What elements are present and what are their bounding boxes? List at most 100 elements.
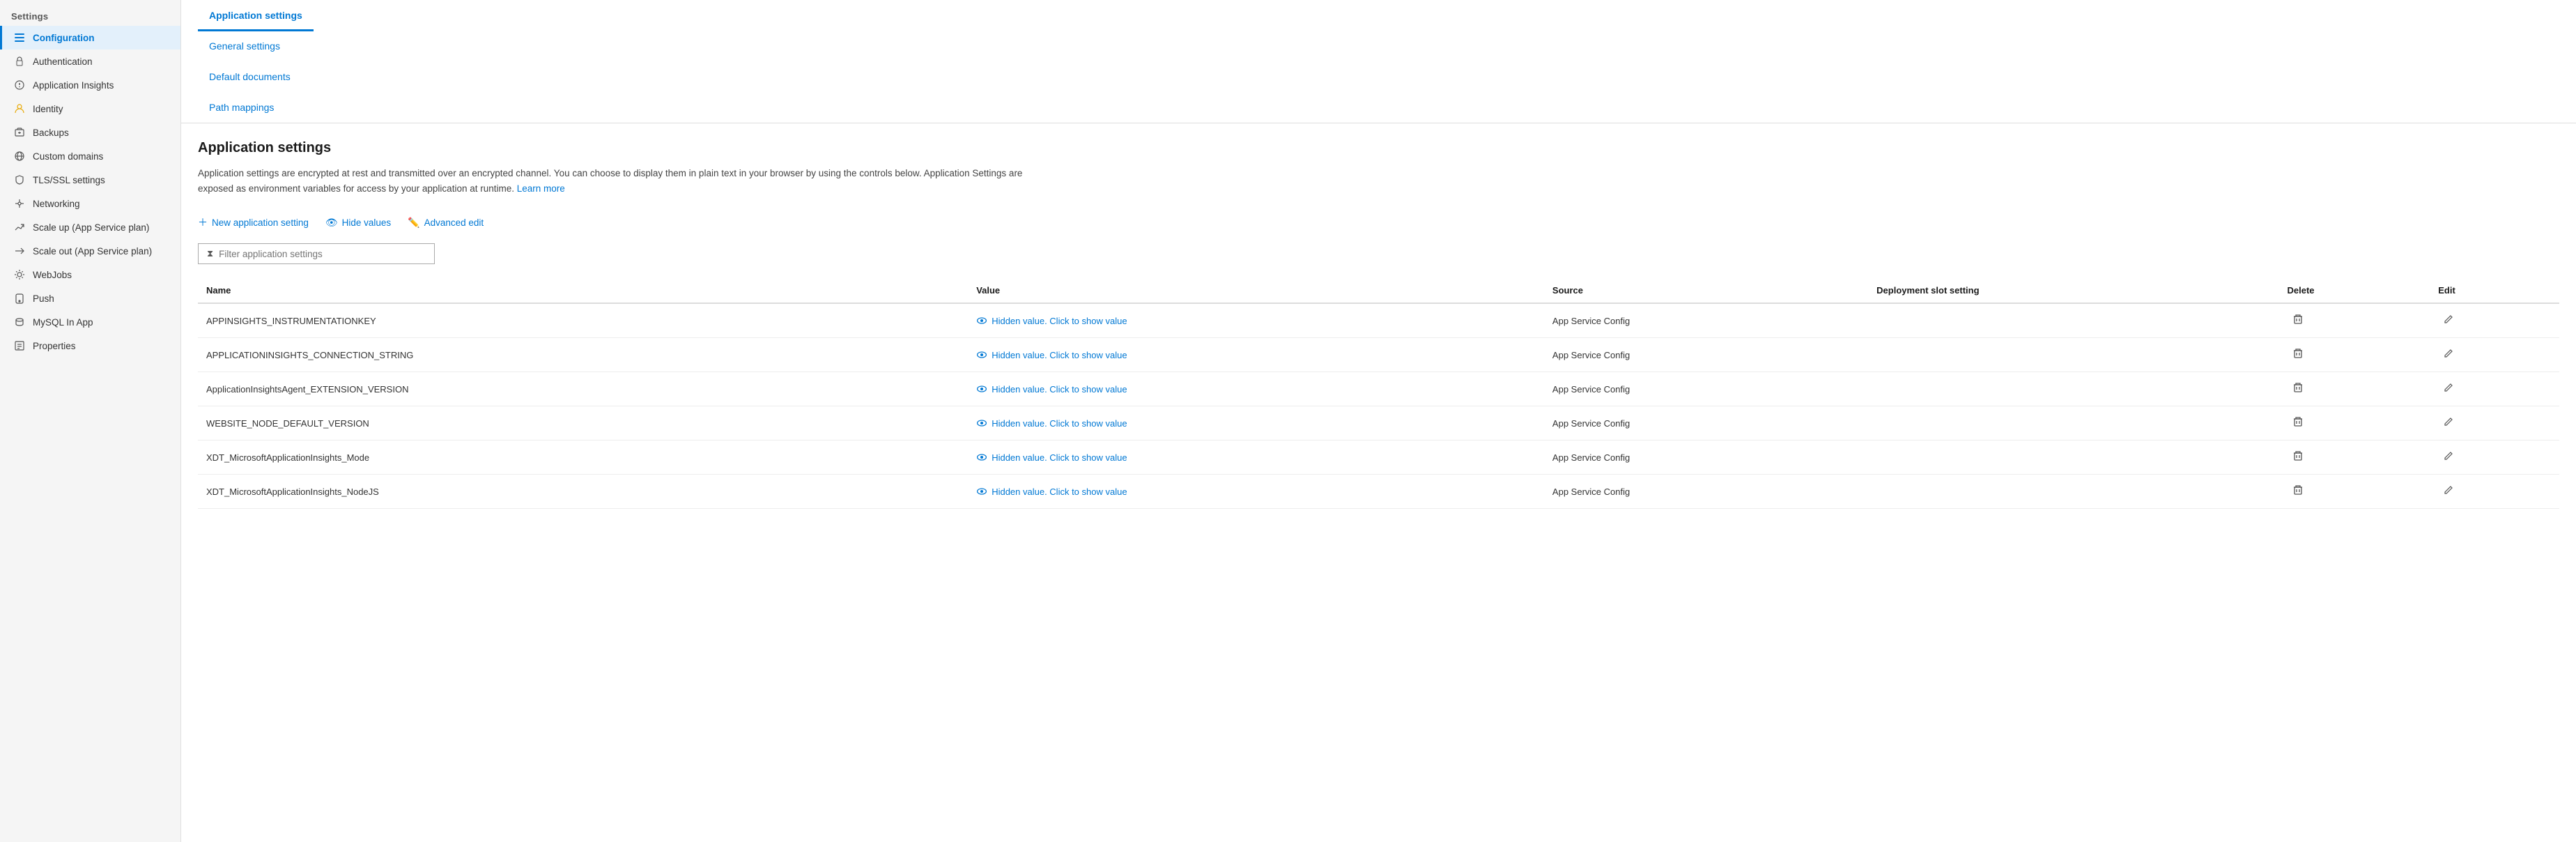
scale-up-icon (13, 221, 26, 234)
delete-button-0[interactable] (2288, 311, 2308, 330)
table-row: APPINSIGHTS_INSTRUMENTATIONKEY Hidden va… (198, 303, 2559, 338)
sidebar-item-networking[interactable]: Networking (0, 192, 180, 215)
pencil-icon (2444, 383, 2453, 392)
content-area: Application settings Application setting… (181, 123, 2576, 526)
column-header-edit: Edit (2430, 278, 2559, 303)
column-header-delete: Delete (2279, 278, 2430, 303)
sidebar-item-mysql-in-app[interactable]: MySQL In App (0, 310, 180, 334)
new-application-setting-button[interactable]: ＋ New application setting (198, 213, 309, 232)
hidden-value-link-1[interactable]: Hidden value. Click to show value (976, 350, 1536, 360)
setting-source-1: App Service Config (1544, 338, 1868, 372)
trash-icon (2293, 416, 2303, 427)
table-row: APPLICATIONINSIGHTS_CONNECTION_STRING Hi… (198, 338, 2559, 372)
sidebar-item-push[interactable]: Push (0, 286, 180, 310)
authentication-icon (13, 55, 26, 68)
tab-path-mappings[interactable]: Path mappings (198, 92, 314, 123)
delete-button-4[interactable] (2288, 447, 2308, 467)
edit-button-3[interactable] (2438, 414, 2459, 432)
sidebar-item-backups[interactable]: Backups (0, 121, 180, 144)
properties-icon (13, 339, 26, 352)
hidden-value-link-0[interactable]: Hidden value. Click to show value (976, 316, 1536, 326)
tab-default-documents[interactable]: Default documents (198, 61, 314, 93)
tabs-container: Application settingsGeneral settingsDefa… (198, 0, 314, 123)
column-header-deployment-slot: Deployment slot setting (1868, 278, 2278, 303)
eye-icon (976, 351, 987, 359)
hide-values-button[interactable]: 👁 Hide values (325, 214, 391, 231)
delete-button-2[interactable] (2288, 379, 2308, 399)
setting-name-3: WEBSITE_NODE_DEFAULT_VERSION (198, 406, 968, 441)
setting-value-5[interactable]: Hidden value. Click to show value (968, 475, 1544, 509)
delete-button-5[interactable] (2288, 482, 2308, 501)
sidebar-item-identity[interactable]: Identity (0, 97, 180, 121)
sidebar-item-label-networking: Networking (33, 199, 80, 209)
scale-out-icon (13, 245, 26, 257)
learn-more-link[interactable]: Learn more (517, 183, 565, 194)
tab-application-settings[interactable]: Application settings (198, 0, 314, 31)
table-header-row: NameValueSourceDeployment slot settingDe… (198, 278, 2559, 303)
hidden-value-link-3[interactable]: Hidden value. Click to show value (976, 418, 1536, 429)
sidebar-item-webjobs[interactable]: WebJobs (0, 263, 180, 286)
edit-button-1[interactable] (2438, 346, 2459, 364)
hidden-value-link-4[interactable]: Hidden value. Click to show value (976, 452, 1536, 463)
setting-delete-1[interactable] (2279, 338, 2430, 372)
filter-input[interactable] (219, 249, 426, 259)
sidebar-item-custom-domains[interactable]: Custom domains (0, 144, 180, 168)
setting-deployment-slot-2 (1868, 372, 2278, 406)
sidebar-item-label-webjobs: WebJobs (33, 270, 72, 280)
delete-button-3[interactable] (2288, 413, 2308, 433)
edit-button-5[interactable] (2438, 482, 2459, 500)
edit-button-2[interactable] (2438, 380, 2459, 398)
setting-value-3[interactable]: Hidden value. Click to show value (968, 406, 1544, 441)
sidebar-item-application-insights[interactable]: Application Insights (0, 73, 180, 97)
application-insights-icon (13, 79, 26, 91)
setting-deployment-slot-5 (1868, 475, 2278, 509)
setting-source-2: App Service Config (1544, 372, 1868, 406)
sidebar-item-authentication[interactable]: Authentication (0, 49, 180, 73)
sidebar-item-label-identity: Identity (33, 104, 63, 114)
page-title: Application settings (198, 140, 2559, 156)
setting-edit-5[interactable] (2430, 475, 2559, 509)
setting-value-2[interactable]: Hidden value. Click to show value (968, 372, 1544, 406)
hidden-value-link-5[interactable]: Hidden value. Click to show value (976, 487, 1536, 497)
sidebar-item-label-configuration: Configuration (33, 33, 94, 43)
mysql-in-app-icon (13, 316, 26, 328)
toolbar: ＋ New application setting 👁 Hide values … (198, 213, 2559, 232)
setting-edit-1[interactable] (2430, 338, 2559, 372)
advanced-edit-button[interactable]: ✏️ Advanced edit (408, 214, 484, 231)
setting-delete-4[interactable] (2279, 441, 2430, 475)
edit-button-4[interactable] (2438, 448, 2459, 466)
tabs-bar: Application settingsGeneral settingsDefa… (181, 0, 2576, 123)
sidebar-item-scale-up[interactable]: Scale up (App Service plan) (0, 215, 180, 239)
setting-delete-2[interactable] (2279, 372, 2430, 406)
edit-button-0[interactable] (2438, 312, 2459, 330)
sidebar-item-tls-ssl-settings[interactable]: TLS/SSL settings (0, 168, 180, 192)
setting-delete-3[interactable] (2279, 406, 2430, 441)
column-header-value: Value (968, 278, 1544, 303)
sidebar-item-properties[interactable]: Properties (0, 334, 180, 358)
setting-value-0[interactable]: Hidden value. Click to show value (968, 303, 1544, 338)
main-content: Application settingsGeneral settingsDefa… (181, 0, 2576, 842)
setting-value-4[interactable]: Hidden value. Click to show value (968, 441, 1544, 475)
setting-delete-5[interactable] (2279, 475, 2430, 509)
description-body: Application settings are encrypted at re… (198, 168, 1022, 194)
push-icon (13, 292, 26, 305)
sidebar-item-scale-out[interactable]: Scale out (App Service plan) (0, 239, 180, 263)
sidebar-item-configuration[interactable]: Configuration (0, 26, 180, 49)
setting-edit-0[interactable] (2430, 303, 2559, 338)
setting-edit-2[interactable] (2430, 372, 2559, 406)
settings-table: NameValueSourceDeployment slot settingDe… (198, 278, 2559, 509)
setting-source-0: App Service Config (1544, 303, 1868, 338)
webjobs-icon (13, 268, 26, 281)
setting-edit-4[interactable] (2430, 441, 2559, 475)
delete-button-1[interactable] (2288, 345, 2308, 365)
backups-icon (13, 126, 26, 139)
pencil-icon (2444, 349, 2453, 358)
table-row: WEBSITE_NODE_DEFAULT_VERSION Hidden valu… (198, 406, 2559, 441)
setting-edit-3[interactable] (2430, 406, 2559, 441)
setting-delete-0[interactable] (2279, 303, 2430, 338)
setting-source-4: App Service Config (1544, 441, 1868, 475)
eye-icon (976, 453, 987, 461)
tab-general-settings[interactable]: General settings (198, 31, 314, 62)
setting-value-1[interactable]: Hidden value. Click to show value (968, 338, 1544, 372)
hidden-value-link-2[interactable]: Hidden value. Click to show value (976, 384, 1536, 395)
